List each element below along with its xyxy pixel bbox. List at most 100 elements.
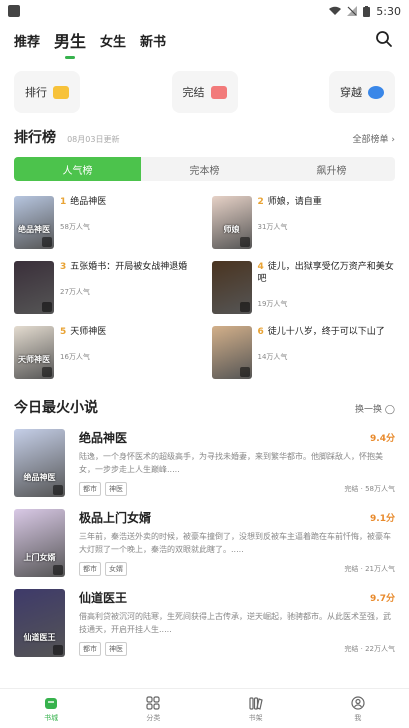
book-score: 9.7分 [370, 594, 395, 604]
category-cards: 排行 完结 穿越 [0, 71, 409, 113]
audio-badge-icon [239, 302, 250, 312]
rank-title-line: 4 徒儿，出狱享受亿万资产和美女吧 [258, 261, 396, 285]
wifi-icon [329, 6, 342, 15]
rank-title-line: 1 绝品神医 [60, 196, 106, 208]
hot-book-item[interactable]: 绝品神医 绝品神医 9.4分 陆逸，一个身怀医术的超级高手，为寻找未婚妻，来到繁华都市… [14, 429, 395, 497]
book-tag[interactable]: 都市 [79, 562, 101, 576]
rank-number: 3 [60, 262, 67, 272]
cover-title: 绝品神医 [18, 225, 50, 234]
rank-popularity: 31万人气 [257, 223, 288, 231]
ranking-title: 排行榜 [14, 130, 56, 146]
tab-recommend[interactable]: 推荐 [14, 31, 40, 50]
book-tags: 都市 神医 [79, 482, 127, 496]
hot-book-item[interactable]: 上门女婿 极品上门女婿 9.1分 三年前，秦浩送外卖的时候，被豪车撞倒了，没想到反被车… [14, 509, 395, 577]
rank-book-title: 徒儿十八岁，终于可以下山了 [267, 327, 385, 337]
tab-popular[interactable]: 人气榜 [14, 157, 141, 181]
tab-completed[interactable]: 完本榜 [141, 157, 268, 181]
book-meta: 完结 · 58万人气 [344, 485, 395, 493]
nav-bookshelf[interactable]: 书架 [205, 689, 307, 728]
ranking-header: 排行榜 08月03日更新 全部榜单 › [0, 127, 409, 147]
bookstore-icon [45, 697, 58, 709]
audio-badge-icon [42, 367, 52, 377]
all-rankings-link[interactable]: 全部榜单 › [353, 132, 395, 145]
nav-bookstore[interactable]: 书城 [0, 689, 102, 728]
tab-male[interactable]: 男生 [54, 28, 86, 59]
rank-number: 1 [60, 197, 67, 207]
category-time-travel[interactable]: 穿越 [329, 71, 395, 113]
book-tag[interactable]: 神医 [105, 642, 127, 656]
rank-item[interactable]: 绝品神医 1 绝品神医 58万人气 [14, 196, 198, 249]
signal-off-icon [347, 6, 358, 16]
category-label: 完结 [182, 86, 205, 99]
audio-badge-icon [53, 645, 63, 655]
category-finished[interactable]: 完结 [171, 71, 238, 113]
book-description: 陆逸，一个身怀医术的超级高手，为寻找未婚妻，来到繁华都市。他脚踩敌人，怀抱美女，… [79, 452, 383, 474]
hot-book-item[interactable]: 仙道医王 仙道医王 9.7分 借高利贷被沉河的陆寒，生死间获得上古传承，逆天崛起，驰骋… [14, 589, 395, 657]
book-cover [211, 261, 252, 314]
rank-book-title: 绝品神医 [70, 197, 107, 207]
rank-book-title: 五张婚书：开局被女战神退婚 [70, 262, 188, 272]
rank-info: 5 天师神医 16万人气 [60, 326, 106, 379]
nav-categories[interactable]: 分类 [102, 689, 204, 728]
book-tag[interactable]: 女婿 [105, 562, 127, 576]
rank-title-line: 2 师娘，请自重 [258, 196, 322, 208]
rank-item[interactable]: 6 徒儿十八岁，终于可以下山了 14万人气 [211, 326, 396, 379]
audio-badge-icon [239, 367, 250, 377]
search-icon[interactable] [375, 30, 393, 48]
book-cover: 师娘 [211, 196, 252, 249]
rank-item[interactable]: 天师神医 5 天师神医 16万人气 [14, 326, 198, 379]
book-tag[interactable]: 神医 [105, 482, 127, 496]
bottom-nav: 书城 分类 书架 我 [0, 688, 409, 728]
app-notification-icon [8, 5, 20, 17]
nav-profile[interactable]: 我 [307, 689, 409, 728]
book-cover: 绝品神医 [14, 429, 65, 497]
rank-item[interactable]: 师娘 2 师娘，请自重 31万人气 [211, 196, 396, 249]
top-nav: 推荐 男生 女生 新书 [0, 22, 409, 59]
rank-info: 3 五张婚书：开局被女战神退婚 27万人气 [60, 261, 187, 314]
hot-header: 今日最火小说 换一换 ◯ [0, 397, 409, 417]
book-score: 9.4分 [370, 434, 395, 444]
rank-info: 4 徒儿，出狱享受亿万资产和美女吧 19万人气 [258, 261, 396, 314]
portal-icon [368, 85, 384, 99]
cover-title: 天师神医 [18, 355, 50, 364]
rank-book-title: 天师神医 [70, 327, 107, 337]
hot-book-body: 绝品神医 9.4分 陆逸，一个身怀医术的超级高手，为寻找未婚妻，来到繁华都市。他脚踩… [79, 429, 395, 497]
hot-list: 绝品神医 绝品神医 9.4分 陆逸，一个身怀医术的超级高手，为寻找未婚妻，来到繁华都市… [0, 429, 409, 657]
category-label: 排行 [25, 86, 47, 99]
book-cover: 绝品神医 [14, 196, 54, 249]
category-ranking[interactable]: 排行 [14, 71, 80, 113]
book-tag[interactable]: 都市 [79, 482, 101, 496]
tab-female[interactable]: 女生 [100, 31, 126, 50]
rank-number: 4 [257, 262, 264, 272]
rank-book-title: 师娘，请自重 [267, 197, 322, 207]
book-tag[interactable]: 都市 [79, 642, 101, 656]
tab-rising[interactable]: 飙升榜 [268, 157, 395, 181]
trophy-icon [53, 85, 69, 99]
book-tags: 都市 神医 [79, 642, 127, 656]
cover-title: 绝品神医 [23, 473, 56, 482]
ranking-tabs: 人气榜 完本榜 飙升榜 [14, 157, 395, 181]
rank-popularity: 14万人气 [257, 353, 288, 361]
rank-title-line: 5 天师神医 [60, 326, 106, 338]
tab-new-books[interactable]: 新书 [140, 31, 166, 50]
rank-info: 1 绝品神医 58万人气 [60, 196, 106, 249]
ranking-date: 08月03日更新 [67, 135, 120, 144]
book-footer: 都市 神医 完结 · 22万人气 [79, 642, 395, 656]
cover-title: 上门女婿 [23, 553, 56, 562]
rank-item[interactable]: 4 徒儿，出狱享受亿万资产和美女吧 19万人气 [211, 261, 396, 314]
bookshelf-icon [249, 696, 263, 710]
cover-title: 仙道医王 [23, 633, 56, 642]
rank-popularity: 19万人气 [257, 300, 288, 308]
book-cover: 上门女婿 [14, 509, 65, 577]
rank-title-line: 6 徒儿十八岁，终于可以下山了 [258, 326, 385, 338]
book-complete-icon [210, 85, 227, 99]
grid-icon [146, 695, 160, 710]
hot-book-top: 仙道医王 9.7分 [79, 589, 395, 606]
cover-title: 师娘 [223, 225, 240, 234]
refresh-button[interactable]: 换一换 ◯ [355, 402, 395, 415]
audio-badge-icon [42, 237, 52, 247]
rank-popularity: 27万人气 [60, 288, 90, 296]
book-cover [211, 326, 252, 379]
rank-item[interactable]: 3 五张婚书：开局被女战神退婚 27万人气 [14, 261, 198, 314]
book-footer: 都市 女婿 完结 · 21万人气 [79, 562, 395, 576]
